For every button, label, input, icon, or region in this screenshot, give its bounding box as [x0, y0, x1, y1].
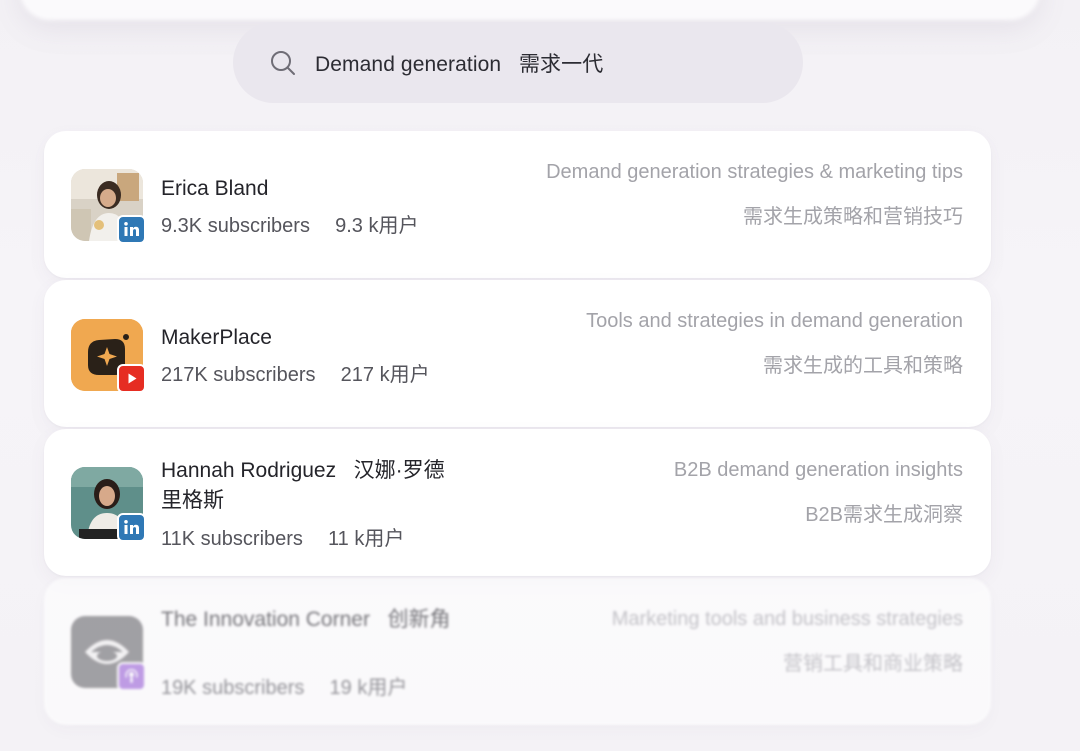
linkedin-icon [117, 215, 146, 244]
subscriber-count: 217K subscribers 217 k用户 [161, 358, 430, 387]
result-card[interactable]: Erica Bland 9.3K subscribers 9.3 k用户 Dem… [44, 131, 991, 278]
result-name[interactable]: The Innovation Corner 创新角 [161, 605, 461, 635]
subscriber-count-cn: 11 k用户 [328, 528, 405, 550]
youtube-icon [117, 364, 146, 393]
result-description: Tools and strategies in demand generatio… [586, 310, 963, 332]
subscriber-count: 19K subscribers 19 k用户 [161, 671, 407, 700]
search-bar[interactable]: Demand generation 需求一代 [233, 22, 803, 103]
podcast-icon [117, 662, 146, 691]
result-description: B2B demand generation insights [673, 459, 963, 481]
result-description-cn: 需求生成的工具和策略 [763, 355, 963, 377]
linkedin-icon [117, 513, 146, 542]
result-name[interactable]: Hannah Rodriguez 汉娜·罗德里格斯 [161, 456, 461, 516]
result-description-cn: 需求生成策略和营销技巧 [743, 206, 963, 228]
subscriber-count-cn: 217 k用户 [340, 364, 430, 386]
subscriber-count-en: 217K subscribers [161, 364, 316, 386]
subscriber-count-en: 19K subscribers [161, 677, 305, 699]
search-query[interactable]: Demand generation 需求一代 [315, 48, 603, 78]
result-description-cn: B2B需求生成洞察 [805, 504, 963, 526]
result-description-cn: 营销工具和商业策略 [783, 653, 963, 675]
subscriber-count-cn: 9.3 k用户 [335, 215, 419, 237]
result-card[interactable]: The Innovation Corner 创新角 19K subscriber… [44, 578, 991, 725]
result-name[interactable]: MakerPlace [161, 323, 461, 353]
top-panel-edge [20, 0, 1040, 20]
result-name[interactable]: Erica Bland [161, 174, 461, 204]
subscriber-count-en: 9.3K subscribers [161, 215, 310, 237]
result-description: Demand generation strategies & marketing… [546, 161, 963, 183]
subscriber-count-cn: 19 k用户 [329, 677, 408, 699]
subscriber-count-en: 11K subscribers [161, 528, 303, 550]
search-icon [271, 50, 295, 75]
result-description: Marketing tools and business strategies [611, 608, 963, 630]
subscriber-count: 11K subscribers 11 k用户 [161, 522, 404, 551]
subscriber-count: 9.3K subscribers 9.3 k用户 [161, 209, 418, 238]
result-card[interactable]: MakerPlace 217K subscribers 217 k用户 Tool… [44, 280, 991, 427]
result-card[interactable]: Hannah Rodriguez 汉娜·罗德里格斯 11K subscriber… [44, 429, 991, 576]
